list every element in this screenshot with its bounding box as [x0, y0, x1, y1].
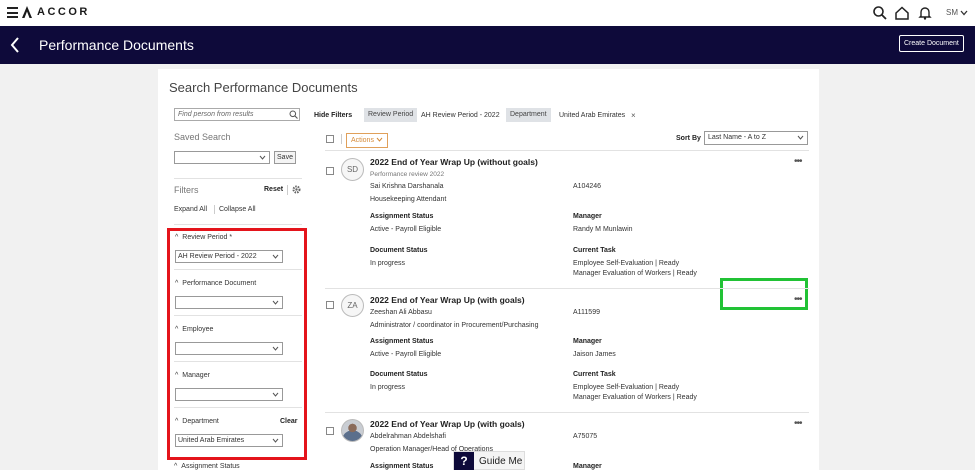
- close-icon[interactable]: ×: [631, 111, 636, 120]
- divider: [174, 224, 302, 225]
- accor-logo-icon: [22, 6, 32, 18]
- manager-label: Manager: [573, 338, 602, 345]
- expand-all-link[interactable]: Expand All: [174, 206, 207, 213]
- current-task-label: Current Task: [573, 371, 616, 378]
- employee-id: A111599: [573, 309, 600, 316]
- guide-me-label: Guide Me: [479, 456, 523, 467]
- caret-up-icon: ^: [174, 463, 178, 470]
- assignment-status-label: Assignment Status: [370, 463, 434, 470]
- manager-label: Manager: [573, 463, 602, 470]
- sort-select[interactable]: Last Name - A to Z: [704, 131, 808, 145]
- assignment-status-label: Assignment Status: [370, 338, 434, 345]
- document-card: ZA 2022 End of Year Wrap Up (with goals)…: [325, 289, 809, 413]
- page-header: Performance Documents Create Document: [0, 26, 975, 64]
- assignment-status-label: Assignment Status: [370, 213, 434, 220]
- current-task-label: Current Task: [573, 247, 616, 254]
- chip-department-label: Department: [506, 108, 551, 122]
- job-title: Administrator / coordinator in Procureme…: [370, 322, 539, 329]
- employee-id: A104246: [573, 183, 602, 190]
- document-status-value: In progress: [370, 384, 406, 391]
- manager-value: Jaison James: [573, 351, 616, 358]
- chevron-down-icon: [259, 155, 266, 160]
- chevron-down-icon[interactable]: [960, 10, 968, 16]
- find-person-input[interactable]: Find person from results: [174, 108, 300, 121]
- saved-search-select[interactable]: [174, 151, 270, 164]
- employee-name: Sai Krishna Darshanala: [370, 183, 444, 190]
- help-icon: ?: [454, 452, 474, 470]
- employee-name: Abdelrahman Abdelshafi: [370, 433, 446, 440]
- chip-review-period-label: Review Period: [364, 108, 418, 122]
- more-options-icon[interactable]: •••: [794, 156, 802, 167]
- document-card: SD 2022 End of Year Wrap Up (without goa…: [325, 151, 809, 289]
- page-title: Performance Documents: [39, 37, 194, 53]
- filters-label: Filters: [174, 185, 199, 195]
- assignment-status-filter-label: Assignment Status: [181, 463, 240, 470]
- bell-icon[interactable]: [917, 5, 933, 21]
- current-task-value: Employee Self-Evaluation | Ready: [573, 260, 680, 267]
- create-document-button[interactable]: Create Document: [899, 35, 964, 52]
- divider: [174, 178, 302, 179]
- search-title: Search Performance Documents: [169, 80, 358, 95]
- guide-me-button[interactable]: ? Guide Me: [453, 451, 525, 470]
- more-options-icon[interactable]: •••: [794, 294, 802, 305]
- manager-label: Manager: [573, 213, 602, 220]
- document-status-label: Document Status: [370, 247, 428, 254]
- assignment-status-value: Active - Payroll Eligible: [370, 226, 442, 233]
- avatar-photo: [341, 419, 364, 442]
- document-status-label: Document Status: [370, 371, 428, 378]
- reset-link[interactable]: Reset: [264, 186, 283, 193]
- top-bar: ACCOR SM: [0, 0, 975, 26]
- current-task-value: Employee Self-Evaluation | Ready: [573, 384, 680, 391]
- chip-review-period-value: AH Review Period - 2022: [421, 112, 500, 119]
- manager-value: Randy M Munlawin: [573, 226, 633, 233]
- user-initials[interactable]: SM: [946, 8, 958, 17]
- row-checkbox[interactable]: [326, 167, 334, 175]
- home-icon[interactable]: [894, 5, 910, 21]
- employee-name: Zeeshan Ali Abbasu: [370, 309, 432, 316]
- chevron-down-icon: [376, 137, 383, 142]
- brand-logo: ACCOR: [37, 6, 90, 18]
- menu-icon[interactable]: [7, 7, 18, 18]
- avatar: ZA: [341, 294, 364, 317]
- document-title[interactable]: 2022 End of Year Wrap Up (with goals): [370, 295, 525, 305]
- search-panel: Search Performance Documents Find person…: [158, 69, 819, 470]
- avatar: SD: [341, 158, 364, 181]
- document-status-value: In progress: [370, 260, 406, 267]
- separator: [214, 205, 215, 214]
- row-checkbox[interactable]: [326, 427, 334, 435]
- chip-department-value: United Arab Emirates: [559, 112, 626, 119]
- collapse-all-link[interactable]: Collapse All: [219, 206, 256, 213]
- separator: [341, 134, 342, 144]
- employee-id: A75075: [573, 433, 598, 440]
- document-card: 2022 End of Year Wrap Up (with goals) Ab…: [325, 413, 809, 470]
- back-arrow-icon[interactable]: [9, 36, 21, 54]
- separator: [287, 185, 288, 195]
- document-title[interactable]: 2022 End of Year Wrap Up (with goals): [370, 419, 525, 429]
- more-options-icon[interactable]: •••: [794, 418, 802, 429]
- filters-highlight-box: [167, 228, 307, 460]
- document-title[interactable]: 2022 End of Year Wrap Up (without goals): [370, 157, 538, 167]
- actions-label: Actions: [351, 137, 374, 144]
- sort-by-label: Sort By: [676, 135, 701, 142]
- hide-filters-link[interactable]: Hide Filters: [314, 112, 352, 119]
- actions-button[interactable]: Actions: [346, 133, 388, 148]
- search-icon[interactable]: [872, 5, 888, 21]
- sort-value: Last Name - A to Z: [708, 134, 766, 141]
- gear-icon[interactable]: [292, 185, 301, 194]
- row-checkbox[interactable]: [326, 301, 334, 309]
- assignment-status-value: Active - Payroll Eligible: [370, 351, 442, 358]
- search-icon[interactable]: [289, 110, 298, 119]
- save-button[interactable]: Save: [274, 151, 296, 164]
- chevron-down-icon: [797, 135, 804, 140]
- current-task-value: Manager Evaluation of Workers | Ready: [573, 270, 697, 277]
- assignment-status-toggle[interactable]: ^ Assignment Status: [174, 463, 240, 470]
- current-task-value: Manager Evaluation of Workers | Ready: [573, 394, 697, 401]
- saved-search-label: Saved Search: [174, 132, 231, 142]
- select-all-checkbox[interactable]: [326, 135, 334, 143]
- job-title: Housekeeping Attendant: [370, 196, 447, 203]
- document-subtitle: Performance review 2022: [370, 171, 445, 178]
